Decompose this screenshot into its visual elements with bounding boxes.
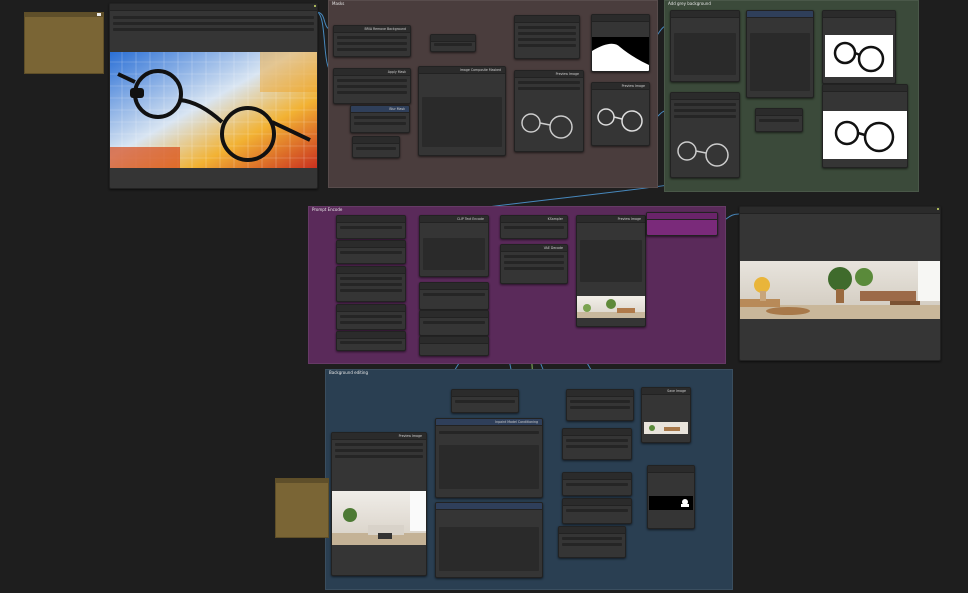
composite-small-node[interactable] <box>430 34 476 52</box>
status-dot-icon <box>314 5 316 7</box>
clip-encode-node-3[interactable] <box>419 310 489 336</box>
node-title: Image Composite Masked <box>459 68 501 72</box>
room-image <box>332 491 426 545</box>
mask-node[interactable]: Apply Mask <box>333 68 411 104</box>
blur-mask-node[interactable]: Blur Mask <box>350 105 410 133</box>
glasses-white-preview-1[interactable] <box>822 10 896 84</box>
preview-b-node[interactable]: Preview Image <box>591 82 650 146</box>
node-graph-canvas[interactable]: Masks BRIA Remove Background Apply Mask … <box>0 0 968 593</box>
clip-encode-node-4[interactable] <box>419 336 489 356</box>
glasses-white-preview-2[interactable] <box>822 84 908 168</box>
bria-rmbg-node[interactable]: BRIA Remove Background <box>333 25 411 57</box>
sticky-note[interactable] <box>24 12 104 74</box>
room-thumbnail <box>577 296 645 318</box>
node-title: BRIA Remove Background <box>364 27 407 31</box>
composite-node[interactable]: Image Composite Masked <box>418 66 506 156</box>
group-title: Background editing <box>329 370 368 375</box>
prompt-node-1[interactable] <box>336 215 406 239</box>
node-title: Save Image <box>667 389 686 393</box>
node-title: Blur Mask <box>389 107 405 111</box>
sampler-node[interactable]: KSampler <box>500 215 568 239</box>
grey-small-node[interactable] <box>755 108 803 132</box>
node-title: Apply Mask <box>387 70 406 74</box>
purple-output-node[interactable] <box>646 212 718 236</box>
source-image-glasses <box>110 52 317 168</box>
node-title: CLIP Text Encode <box>456 217 484 221</box>
node-title: KSampler <box>547 217 563 221</box>
bg-sampler-node-3[interactable] <box>562 472 632 496</box>
group-title: Prompt Encode <box>312 207 343 212</box>
node-title: Inpaint Model Conditioning <box>495 420 538 424</box>
prompt-node-5[interactable] <box>336 331 406 351</box>
save-image-node[interactable]: Save Image <box>641 387 691 443</box>
group-title: Masks <box>332 1 345 6</box>
grey-composite-node[interactable] <box>746 10 814 98</box>
prompt-node-4[interactable] <box>336 304 406 330</box>
prompt-node-2[interactable] <box>336 240 406 264</box>
mask-output-node[interactable] <box>591 14 650 72</box>
bg-preview-node[interactable]: Preview Image <box>331 432 427 576</box>
clip-encode-node-2[interactable] <box>419 282 489 310</box>
mask-solid-node[interactable] <box>514 15 580 59</box>
preview-result-node[interactable]: Preview Image <box>576 215 646 327</box>
mask-thumbnail <box>592 37 649 71</box>
node-title: Preview Image <box>398 434 422 438</box>
grey-solid-node[interactable] <box>670 10 740 82</box>
clip-encode-node[interactable]: CLIP Text Encode <box>419 215 489 277</box>
inpaint-model-node[interactable]: Inpaint Model Conditioning <box>435 418 543 498</box>
sticky-note-2[interactable] <box>275 478 329 538</box>
bg-sampler-node[interactable] <box>566 389 634 421</box>
mask-black-node[interactable] <box>647 465 695 529</box>
bg-sampler-node-4[interactable] <box>562 498 632 524</box>
bg-sampler-node-2[interactable] <box>562 428 632 460</box>
status-dot-icon <box>937 208 939 210</box>
load-image-node[interactable] <box>109 3 318 189</box>
note-badge-icon <box>97 13 101 16</box>
final-preview-node[interactable] <box>739 206 941 361</box>
preview-a-node[interactable]: Preview Image <box>514 70 584 152</box>
mask-preview-node[interactable] <box>352 136 400 158</box>
living-room-image <box>740 261 940 319</box>
inpaint-lower-node[interactable] <box>435 502 543 578</box>
bg-sampler-node-5[interactable] <box>558 526 626 558</box>
vae-decode-node[interactable]: VAE Decode <box>500 244 568 284</box>
grey-upscale-node[interactable] <box>670 92 740 178</box>
node-title: Preview Image <box>621 84 645 88</box>
inpaint-top-node[interactable] <box>451 389 519 413</box>
node-title: VAE Decode <box>543 246 563 250</box>
node-title: Preview Image <box>555 72 579 76</box>
group-title: Add grey background <box>668 1 711 6</box>
node-title: Preview Image <box>617 217 641 221</box>
prompt-node-3[interactable] <box>336 266 406 302</box>
